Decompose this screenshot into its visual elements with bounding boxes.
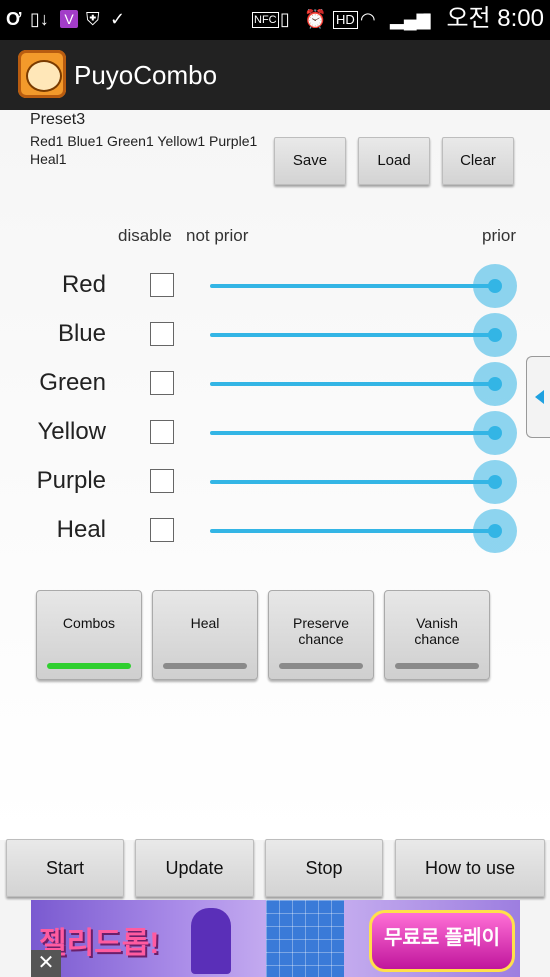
app-v-icon: V [60, 10, 78, 28]
vibrate-icon: ▯ [280, 9, 290, 29]
color-label: Blue [57, 320, 106, 347]
disable-checkbox[interactable] [150, 322, 174, 346]
battery-icon: ▮ [422, 9, 432, 29]
ad-play-button[interactable]: 무료로 플레이 [369, 910, 515, 972]
toggle-indicator [279, 663, 363, 669]
priority-slider-track[interactable] [210, 382, 495, 386]
status-bar: Ơ ▯↓ V ⛨ ✓ NFC ▯ ⏰ HD ◠ ▂▄▆ ▮ 오전 8:00 [0, 0, 550, 40]
prior-header: prior [482, 226, 517, 245]
clear-button[interactable]: Clear [442, 137, 514, 185]
save-button[interactable]: Save [274, 137, 346, 185]
ad-game-board-image [266, 900, 344, 977]
close-icon[interactable]: ✕ [31, 950, 61, 977]
skype-icon: Ơ [6, 9, 22, 29]
disable-checkbox[interactable] [150, 371, 174, 395]
priority-slider-thumb[interactable] [473, 264, 517, 308]
toggle-indicator [163, 663, 247, 669]
priority-slider-track[interactable] [210, 284, 495, 288]
color-label: Purple [36, 467, 106, 494]
toggle-label: Vanish chance [414, 615, 460, 647]
toggle-label: Heal [190, 615, 220, 631]
priority-slider-thumb[interactable] [473, 313, 517, 357]
chevron-left-icon [535, 390, 544, 404]
disable-checkbox[interactable] [150, 469, 174, 493]
toggle-button[interactable]: Heal [152, 590, 258, 680]
wifi-icon: ◠ [360, 9, 376, 29]
ad-character-image [191, 908, 231, 974]
clock: 오전 8:00 [446, 5, 544, 32]
color-label: Green [39, 369, 106, 396]
toggle-label: Combos [62, 615, 116, 631]
app-icon[interactable] [18, 50, 66, 98]
nfc-icon: NFC [252, 12, 279, 28]
disable-checkbox[interactable] [150, 420, 174, 444]
load-button[interactable]: Load [358, 137, 430, 185]
disable-header: disable [118, 226, 172, 245]
priority-slider-thumb[interactable] [473, 509, 517, 553]
alarm-icon: ⏰ [304, 9, 327, 29]
hd-icon: HD [333, 11, 358, 29]
color-label: Red [61, 271, 106, 298]
shield-icon: ⛨ [86, 9, 100, 29]
priority-slider-track[interactable] [210, 480, 495, 484]
toggle-indicator [395, 663, 479, 669]
disable-checkbox[interactable] [150, 518, 174, 542]
priority-slider-thumb[interactable] [473, 411, 517, 455]
stop-button[interactable]: Stop [265, 839, 383, 897]
phone-download-icon: ▯↓ [30, 9, 49, 29]
color-label: Yellow [37, 418, 107, 445]
priority-slider-thumb[interactable] [473, 362, 517, 406]
priority-slider-track[interactable] [210, 529, 495, 533]
action-bar: PuyoCombo [0, 40, 550, 110]
toggle-label: Preserve chance [292, 615, 350, 647]
toggle-button[interactable]: Vanish chance [384, 590, 490, 680]
update-button[interactable]: Update [135, 839, 254, 897]
drawer-handle[interactable] [526, 356, 550, 438]
color-label: Heal [56, 516, 106, 543]
toggle-indicator [47, 663, 131, 669]
main-content: Preset3 Red1 Blue1 Green1 Yellow1 Purple… [0, 110, 550, 840]
ad-banner[interactable]: 젤리드롭! 무료로 플레이 [31, 900, 520, 977]
toggle-button[interactable]: Combos [36, 590, 142, 680]
preset-name: Preset3 [30, 111, 86, 128]
puyo-face-icon [26, 60, 62, 92]
disable-checkbox[interactable] [150, 273, 174, 297]
priority-slider-thumb[interactable] [473, 460, 517, 504]
priority-slider-track[interactable] [210, 333, 495, 337]
not-prior-header: not prior [186, 226, 249, 245]
priority-slider-track[interactable] [210, 431, 495, 435]
preset-description: Red1 Blue1 Green1 Yellow1 Purple1 Heal1 [30, 133, 258, 167]
app-title: PuyoCombo [74, 60, 218, 90]
start-button[interactable]: Start [6, 839, 124, 897]
toggle-button[interactable]: Preserve chance [268, 590, 374, 680]
how-to-use-button[interactable]: How to use [395, 839, 545, 897]
clipboard-check-icon: ✓ [110, 9, 126, 29]
